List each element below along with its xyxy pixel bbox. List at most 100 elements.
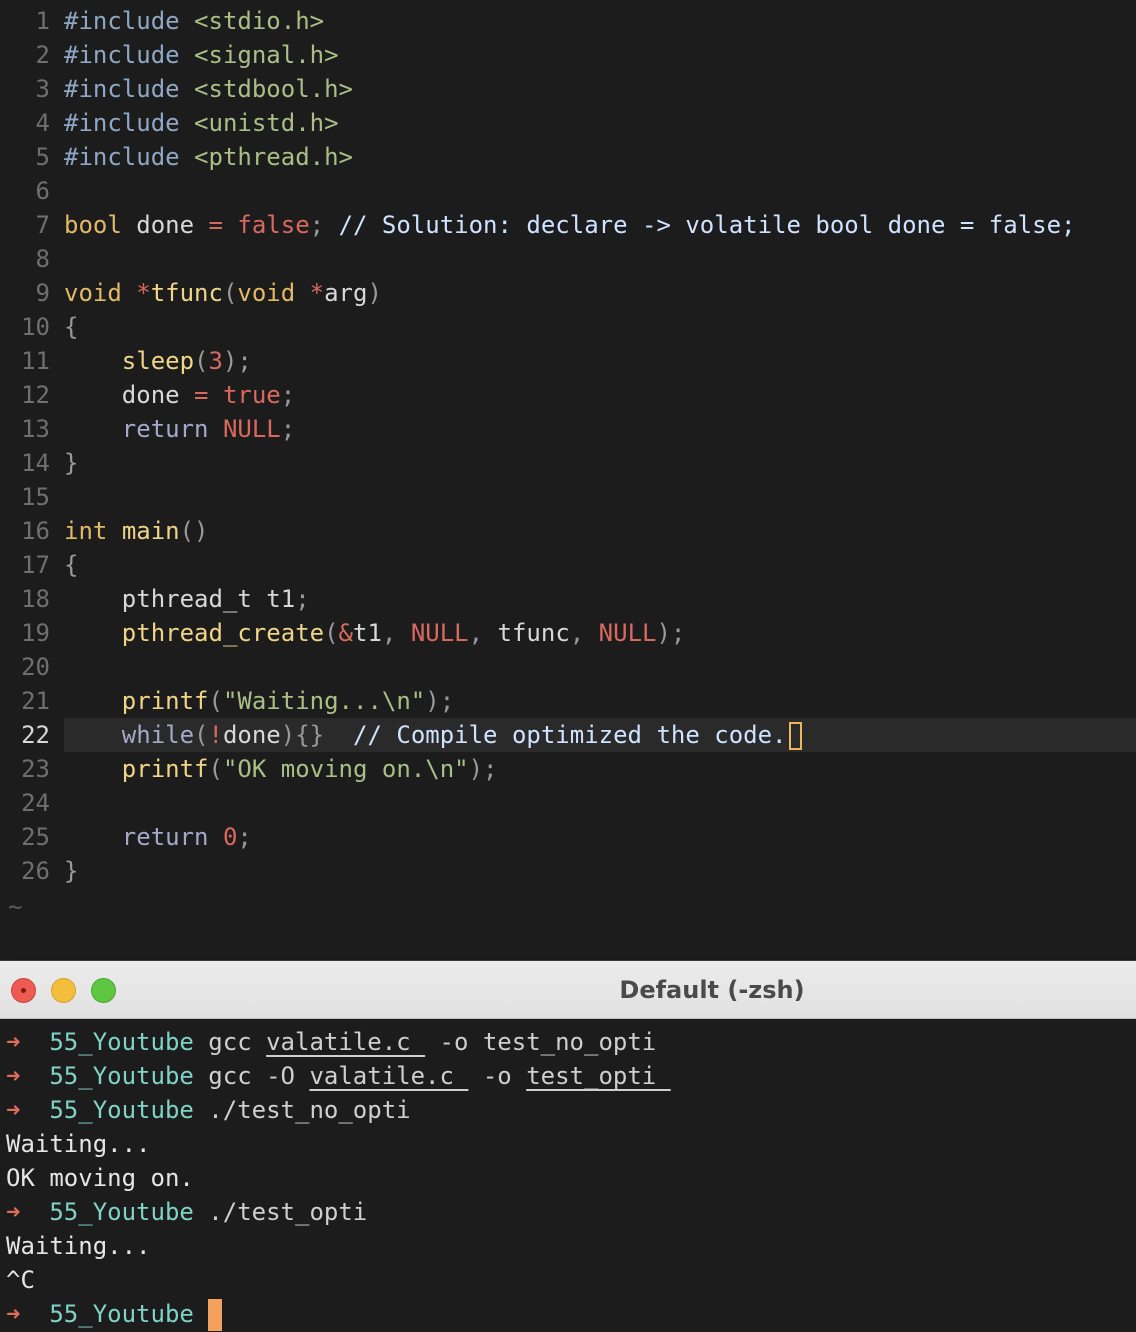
code-line[interactable]: 19 pthread_create(&t1, NULL, tfunc, NULL… bbox=[0, 616, 1136, 650]
code-line[interactable]: 14} bbox=[0, 446, 1136, 480]
line-number: 1 bbox=[35, 7, 50, 35]
command-text: gcc bbox=[193, 1028, 267, 1056]
code-token: arg bbox=[324, 279, 368, 307]
code-line[interactable]: 7 bool done = false; // Solution: declare… bbox=[0, 208, 1136, 242]
code-token: main bbox=[121, 517, 180, 545]
code-token: 3 bbox=[208, 347, 223, 375]
code-token: ( bbox=[208, 755, 223, 783]
code-token: <pthread.h> bbox=[194, 143, 353, 171]
code-line[interactable]: 10 { bbox=[0, 310, 1136, 344]
code-line[interactable]: 20 bbox=[0, 650, 1136, 684]
text-cursor bbox=[788, 722, 802, 750]
code-line[interactable]: 4 #include <unistd.h> bbox=[0, 106, 1136, 140]
code-line[interactable]: 1 #include <stdio.h> bbox=[0, 4, 1136, 38]
code-line[interactable]: 18 pthread_t t1; bbox=[0, 582, 1136, 616]
command-text: ./test_opti bbox=[193, 1198, 368, 1226]
line-number: 10 bbox=[21, 313, 50, 341]
line-number: 25 bbox=[21, 823, 50, 851]
code-text: printf("OK moving on.\n"); bbox=[64, 752, 498, 786]
line-number: 26 bbox=[21, 857, 50, 885]
terminal-cursor[interactable] bbox=[208, 1299, 223, 1331]
terminal-window[interactable]: Default (-zsh) ➜ 55_Youtube gcc valatile… bbox=[0, 960, 1136, 1332]
code-line[interactable]: 9 void *tfunc(void *arg) bbox=[0, 276, 1136, 310]
line-number: 12 bbox=[21, 381, 50, 409]
code-line[interactable]: 6 bbox=[0, 174, 1136, 208]
code-token: ) bbox=[367, 279, 382, 307]
code-token: { bbox=[64, 313, 79, 341]
code-token: #include bbox=[64, 75, 195, 103]
line-number: 13 bbox=[21, 415, 50, 443]
code-text: printf("Waiting...\n"); bbox=[64, 684, 454, 718]
code-line[interactable]: 12 done = true; bbox=[0, 378, 1136, 412]
window-title: Default (-zsh) bbox=[619, 976, 805, 1004]
command-text bbox=[194, 1300, 208, 1328]
output-line: OK moving on. bbox=[6, 1164, 194, 1192]
code-line[interactable]: 2 #include <signal.h> bbox=[0, 38, 1136, 72]
line-number: 8 bbox=[35, 245, 50, 273]
code-line[interactable]: 15 bbox=[0, 480, 1136, 514]
line-number: 22 bbox=[21, 721, 50, 749]
code-token: } bbox=[64, 449, 79, 477]
output-line: Waiting... bbox=[6, 1130, 151, 1158]
code-line[interactable]: 23 printf("OK moving on.\n"); bbox=[0, 752, 1136, 786]
code-text: return NULL; bbox=[64, 412, 295, 446]
code-token: { bbox=[64, 551, 79, 579]
code-token: void bbox=[237, 279, 296, 307]
prompt-arrow-icon: ➜ bbox=[6, 1198, 21, 1226]
code-token: ); bbox=[425, 687, 455, 715]
code-token: ); bbox=[468, 755, 498, 783]
prompt-arrow-icon: ➜ bbox=[6, 1028, 21, 1056]
code-token: ( bbox=[222, 279, 238, 307]
code-line[interactable]: 8 bbox=[0, 242, 1136, 276]
code-line[interactable]: 17 { bbox=[0, 548, 1136, 582]
code-token: ! bbox=[208, 721, 223, 749]
line-number: 23 bbox=[21, 755, 50, 783]
code-token: t1 bbox=[353, 619, 382, 647]
terminal-titlebar[interactable]: Default (-zsh) bbox=[0, 961, 1136, 1019]
prompt-line: ➜ 55_Youtube gcc valatile.c -o test_no_o… bbox=[6, 1025, 656, 1059]
empty-line-tilde: ~ bbox=[8, 893, 23, 921]
code-token: // Solution: declare -> volatile bool do… bbox=[338, 211, 1076, 239]
code-line[interactable]: 22 while(!done){} // Compile optimized t… bbox=[0, 718, 1136, 752]
line-number: 11 bbox=[21, 347, 50, 375]
code-line[interactable]: 5 #include <pthread.h> bbox=[0, 140, 1136, 174]
code-token: bool bbox=[64, 211, 122, 239]
code-line[interactable]: 13 return NULL; bbox=[0, 412, 1136, 446]
code-token: printf bbox=[121, 687, 209, 715]
code-line[interactable]: 3 #include <stdbool.h> bbox=[0, 72, 1136, 106]
code-token: = bbox=[208, 211, 223, 239]
line-number: 4 bbox=[35, 109, 50, 137]
command-text: test_opti bbox=[526, 1062, 671, 1090]
vim-editor-pane[interactable]: ~ 1 #include <stdio.h> 2 #include <signal.h… bbox=[0, 0, 1136, 958]
prompt-line: ➜ 55_Youtube ./test_no_opti bbox=[6, 1093, 411, 1127]
code-text: pthread_create(&t1, NULL, tfunc, NULL); bbox=[64, 616, 686, 650]
code-line[interactable]: 24 bbox=[0, 786, 1136, 820]
prompt-directory: 55_Youtube bbox=[49, 1300, 194, 1328]
code-line[interactable]: 21 printf("Waiting...\n"); bbox=[0, 684, 1136, 718]
command-text: valatile.c bbox=[309, 1062, 469, 1090]
code-line[interactable]: 16 int main() bbox=[0, 514, 1136, 548]
code-line[interactable]: 25 return 0; bbox=[0, 820, 1136, 854]
code-token: tfunc bbox=[150, 279, 223, 307]
prompt-line: ➜ 55_Youtube bbox=[6, 1297, 223, 1331]
code-line[interactable]: 11 sleep(3); bbox=[0, 344, 1136, 378]
prompt-arrow-icon: ➜ bbox=[6, 1062, 21, 1090]
code-text: int main() bbox=[64, 514, 209, 548]
code-token: ; bbox=[295, 585, 310, 613]
code-text: #include <pthread.h> bbox=[64, 140, 353, 174]
code-token: #include bbox=[64, 143, 195, 171]
code-token: #include bbox=[64, 7, 195, 35]
line-number: 15 bbox=[21, 483, 50, 511]
code-line[interactable]: 26} bbox=[0, 854, 1136, 888]
code-token: return bbox=[121, 415, 209, 443]
code-token: <stdbool.h> bbox=[194, 75, 353, 103]
code-text: #include <unistd.h> bbox=[64, 106, 339, 140]
code-token: ; bbox=[280, 415, 296, 443]
prompt-line: ➜ 55_Youtube ./test_opti bbox=[6, 1195, 367, 1229]
code-token: } bbox=[64, 857, 79, 885]
